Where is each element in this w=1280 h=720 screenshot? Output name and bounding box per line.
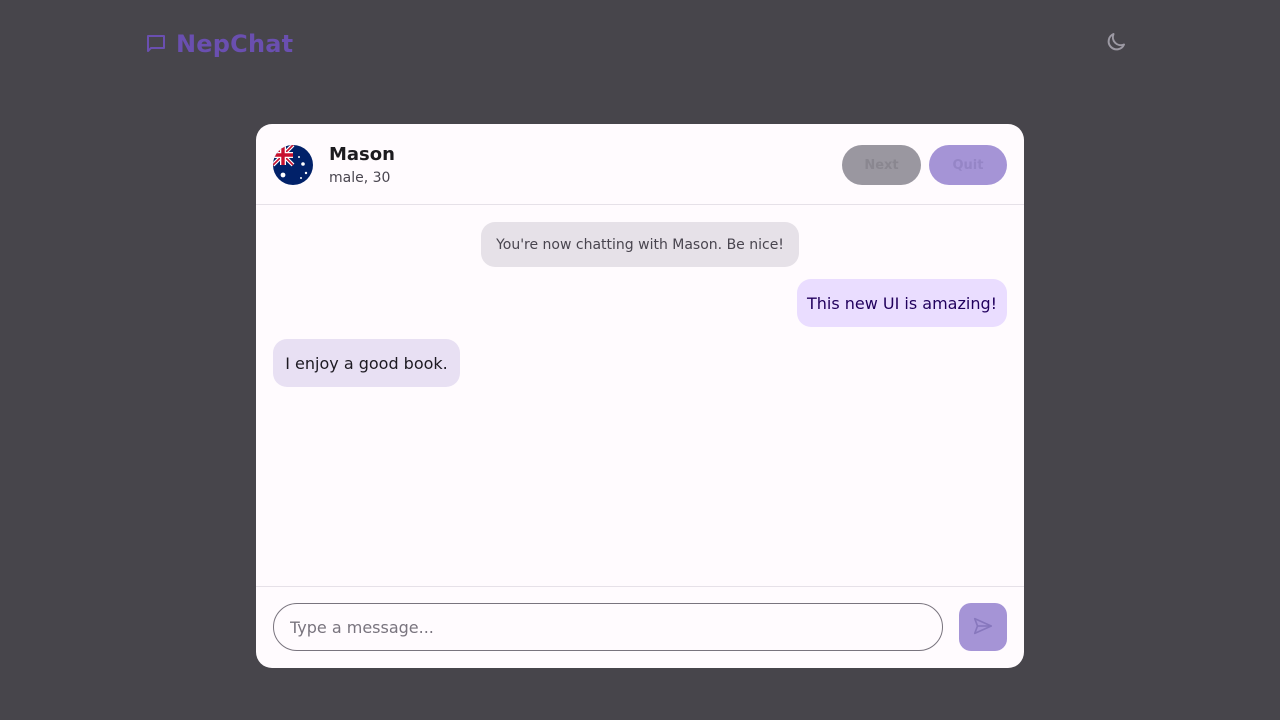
send-icon [972, 615, 994, 640]
moon-icon [1104, 30, 1128, 58]
australia-flag-icon [273, 145, 313, 185]
brand[interactable]: NepChat [144, 28, 293, 60]
send-button[interactable] [959, 603, 1007, 651]
brand-name: NepChat [176, 30, 294, 58]
peer-meta: male, 30 [329, 170, 391, 186]
avatar [273, 145, 313, 185]
message-bubble-peer: I enjoy a good book. [273, 339, 460, 387]
composer [256, 586, 1024, 668]
next-button[interactable]: Next [842, 145, 921, 185]
chat-card: Mason male, 30 Next Quit You're now chat… [256, 124, 1024, 668]
message-input[interactable] [273, 603, 943, 651]
message-bubble-self: This new UI is amazing! [797, 279, 1007, 327]
theme-toggle-button[interactable] [1102, 30, 1130, 58]
system-message: You're now chatting with Mason. Be nice! [481, 222, 799, 267]
chat-bubble-icon [144, 32, 168, 56]
message-list[interactable]: You're now chatting with Mason. Be nice!… [256, 205, 1024, 586]
quit-button[interactable]: Quit [929, 145, 1007, 185]
top-bar: NepChat [0, 0, 1280, 88]
peer-name: Mason [329, 144, 395, 165]
chat-header: Mason male, 30 Next Quit [256, 124, 1024, 205]
